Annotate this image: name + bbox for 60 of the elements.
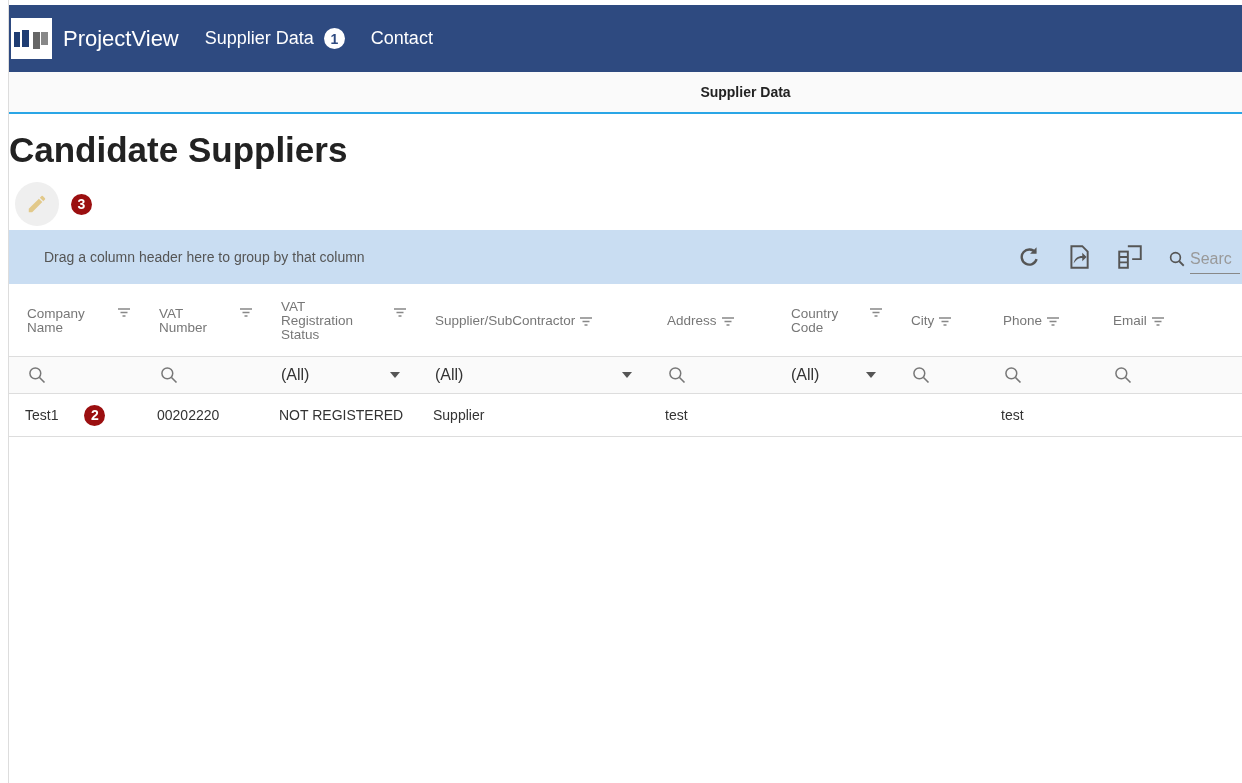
caret-icon: [621, 371, 633, 379]
filter-icon[interactable]: [579, 315, 594, 327]
filter-dropdown[interactable]: (All): [281, 366, 407, 384]
column-header-label: VAT Number: [159, 306, 208, 336]
column-header-label: City: [911, 313, 935, 329]
nav-link[interactable]: Supplier Data: [204, 28, 314, 49]
table-cell: test: [1001, 407, 1024, 423]
filter-dropdown[interactable]: (All): [791, 366, 883, 384]
filter-icon[interactable]: [1150, 315, 1165, 327]
filter-icon[interactable]: [869, 306, 883, 318]
filter-icon[interactable]: [393, 306, 407, 318]
search-icon[interactable]: [1113, 365, 1133, 385]
column-header[interactable]: Country Code: [773, 286, 893, 356]
search-field[interactable]: Searc: [1190, 244, 1240, 274]
column-header[interactable]: Phone: [985, 286, 1095, 356]
search-icon[interactable]: [1003, 365, 1023, 385]
column-header-label: Country Code: [791, 306, 840, 336]
search-icon[interactable]: [667, 365, 687, 385]
table-cell: test: [665, 407, 688, 423]
callout-badge: 3: [71, 193, 92, 215]
filter-icon[interactable]: [720, 315, 735, 327]
page-tab[interactable]: Supplier Data: [700, 84, 791, 100]
table-cell: Supplier: [433, 407, 485, 423]
caret-icon: [389, 371, 401, 379]
logo-icon: [11, 18, 52, 59]
column-header-label: Company Name: [27, 306, 86, 336]
search-icon[interactable]: [911, 365, 931, 385]
column-header-label: Phone: [1003, 313, 1043, 329]
column-header[interactable]: VAT Number: [141, 286, 263, 356]
filter-icon[interactable]: [938, 315, 953, 327]
column-header[interactable]: Company Name: [9, 286, 141, 356]
nav-link[interactable]: Contact: [370, 28, 433, 49]
column-header-label: Address: [667, 313, 717, 329]
filter-icon[interactable]: [117, 306, 131, 318]
column-chooser-icon[interactable]: [1116, 244, 1144, 270]
column-header[interactable]: Address: [649, 286, 773, 356]
table-cell: 00202220: [157, 407, 220, 423]
filter-icon[interactable]: [239, 306, 253, 318]
filter-icon[interactable]: [1046, 315, 1061, 327]
callout-badge: 2: [84, 404, 106, 426]
column-header-label: Supplier/SubContractor: [435, 313, 576, 329]
app-title[interactable]: ProjectView: [63, 25, 179, 52]
column-header[interactable]: VAT Registration Status: [263, 286, 417, 356]
column-header-label: Email: [1113, 313, 1147, 329]
column-header-label: VAT Registration Status: [281, 299, 355, 343]
group-panel-hint: Drag a column header here to group by that column: [44, 249, 366, 265]
page-title: Candidate Suppliers: [9, 130, 349, 170]
callout-badge: 1: [323, 28, 345, 49]
table-row[interactable]: Test1 2 00202220 NOT REGISTERED Supplier test test: [9, 394, 1242, 437]
filter-dropdown[interactable]: (All): [435, 366, 639, 384]
column-header[interactable]: City: [893, 286, 985, 356]
caret-icon: [865, 371, 877, 379]
search-icon: [1168, 250, 1186, 268]
search-icon[interactable]: [27, 365, 47, 385]
column-header[interactable]: Supplier/SubContractor: [417, 286, 649, 356]
table-cell: Test1: [25, 407, 59, 423]
pencil-icon: [26, 193, 48, 215]
search-icon[interactable]: [159, 365, 179, 385]
table-cell: NOT REGISTERED: [279, 407, 404, 423]
column-header[interactable]: Email: [1095, 286, 1235, 356]
